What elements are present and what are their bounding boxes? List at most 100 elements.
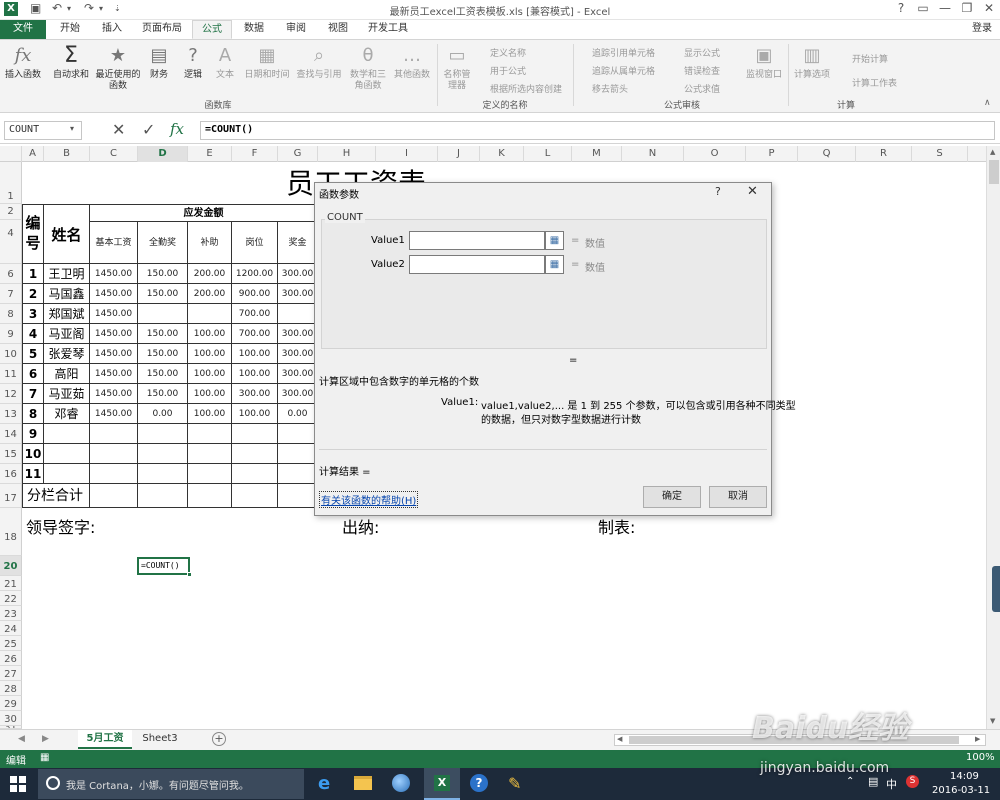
evaluate-formula-button[interactable]: 公式求值 — [684, 82, 720, 95]
amount-cell[interactable]: 100.00 — [188, 324, 232, 344]
row-header[interactable]: 4 — [0, 220, 22, 264]
scroll-thumb[interactable] — [989, 160, 999, 184]
tab-formulas[interactable]: 公式 — [192, 20, 232, 39]
vertical-scrollbar[interactable]: ▲ ▼ — [986, 146, 1000, 729]
col-header[interactable]: B — [44, 146, 90, 162]
amount-cell[interactable] — [138, 304, 188, 324]
amount-cell[interactable]: 150.00 — [138, 264, 188, 284]
row-number-cell[interactable]: 11 — [22, 464, 44, 484]
confirm-entry-icon[interactable]: ✓ — [142, 120, 155, 139]
tab-view[interactable]: 视图 — [318, 20, 358, 39]
row-header[interactable]: 13 — [0, 404, 22, 424]
amount-cell[interactable] — [188, 424, 232, 444]
help-link[interactable]: 有关该函数的帮助(H) — [319, 491, 419, 508]
amount-cell[interactable]: 1450.00 — [90, 404, 138, 424]
insert-function-button[interactable]: fx 插入函数 — [2, 44, 44, 81]
subtotal-cell[interactable] — [188, 484, 232, 508]
tray-network-icon[interactable]: ▤ — [868, 775, 878, 788]
row-header[interactable]: 7 — [0, 284, 22, 304]
col-header[interactable]: P — [746, 146, 798, 162]
row-number-cell[interactable]: 10 — [22, 444, 44, 464]
calc-options-button[interactable]: ▥ 计算选项 — [792, 44, 832, 81]
amount-cell[interactable]: 900.00 — [232, 284, 278, 304]
employee-name-cell[interactable]: 马国鑫 — [44, 284, 90, 304]
amount-cell[interactable]: 150.00 — [138, 284, 188, 304]
cortana-search-box[interactable]: 我是 Cortana，小娜。有问题尽管问我。 — [38, 769, 304, 799]
subtotal-cell[interactable] — [90, 484, 138, 508]
formula-input[interactable]: =COUNT() — [200, 121, 995, 140]
row-header[interactable]: 26 — [0, 651, 22, 666]
row-header[interactable]: 6 — [0, 264, 22, 284]
restore-icon[interactable]: ❐ — [956, 1, 978, 15]
row-header[interactable]: 9 — [0, 324, 22, 344]
row-header[interactable]: 28 — [0, 681, 22, 696]
name-box-dropdown-icon[interactable]: ▾ — [70, 124, 74, 133]
amount-cell[interactable]: 150.00 — [138, 344, 188, 364]
cancel-entry-icon[interactable]: ✕ — [112, 120, 125, 139]
amount-cell[interactable]: 1450.00 — [90, 384, 138, 404]
tab-file[interactable]: 文件 — [0, 20, 46, 39]
sheet-prev-icon[interactable]: ◀ — [18, 734, 25, 744]
remove-arrows-button[interactable]: 移去箭头 — [592, 82, 628, 95]
col-header[interactable]: Q — [798, 146, 856, 162]
clock-date[interactable]: 2016-03-11 — [932, 785, 990, 796]
hscroll-left-icon[interactable]: ◀ — [617, 735, 622, 743]
amount-cell[interactable]: 1450.00 — [90, 284, 138, 304]
amount-cell[interactable] — [278, 424, 318, 444]
file-explorer-icon[interactable] — [354, 776, 372, 790]
text-functions-button[interactable]: A 文本 — [210, 44, 240, 81]
amount-cell[interactable]: 100.00 — [188, 364, 232, 384]
more-functions-button[interactable]: … 其他函数 — [390, 44, 434, 81]
employee-name-cell[interactable] — [44, 464, 90, 484]
amount-cell[interactable]: 100.00 — [232, 404, 278, 424]
paint-app-icon[interactable]: ✎ — [508, 774, 521, 793]
help-icon[interactable]: ? — [890, 1, 912, 15]
col-header[interactable]: K — [480, 146, 524, 162]
amount-cell[interactable]: 100.00 — [188, 404, 232, 424]
row-header[interactable]: 30 — [0, 711, 22, 726]
math-trig-button[interactable]: θ 数学和三角函数 — [348, 44, 388, 92]
col-header[interactable]: O — [684, 146, 746, 162]
amount-cell[interactable] — [278, 304, 318, 324]
amount-cell[interactable] — [188, 444, 232, 464]
login-link[interactable]: 登录 — [966, 20, 998, 39]
amount-cell[interactable]: 300.00 — [232, 384, 278, 404]
logical-button[interactable]: ? 逻辑 — [178, 44, 208, 81]
recent-functions-button[interactable]: ★ 最近使用的函数 — [94, 44, 142, 92]
value2-input[interactable] — [409, 255, 545, 274]
side-panel-handle[interactable] — [992, 566, 1000, 612]
col-header[interactable]: R — [856, 146, 912, 162]
amount-cell[interactable]: 100.00 — [188, 344, 232, 364]
row-header[interactable]: 20 — [0, 556, 22, 576]
calculate-sheet-button[interactable]: 计算工作表 — [852, 76, 897, 89]
amount-cell[interactable]: 100.00 — [232, 344, 278, 364]
employee-name-cell[interactable]: 马亚阁 — [44, 324, 90, 344]
amount-cell[interactable]: 200.00 — [188, 284, 232, 304]
value1-collapse-icon[interactable]: ▦ — [545, 231, 564, 250]
row-number-cell[interactable]: 2 — [22, 284, 44, 304]
amount-cell[interactable]: 0.00 — [278, 404, 318, 424]
sheet-tab[interactable]: Sheet3 — [136, 730, 184, 749]
sheet-tab-active[interactable]: 5月工资 — [78, 730, 132, 749]
date-time-button[interactable]: ▦ 日期和时间 — [242, 44, 292, 81]
help-app-icon[interactable]: ? — [470, 774, 488, 792]
tab-data[interactable]: 数据 — [234, 20, 274, 39]
amount-cell[interactable]: 100.00 — [188, 384, 232, 404]
clock-time[interactable]: 14:09 — [950, 771, 979, 782]
row-number-cell[interactable]: 3 — [22, 304, 44, 324]
row-header[interactable]: 29 — [0, 696, 22, 711]
row-header[interactable]: 17 — [0, 484, 22, 508]
sheet-next-icon[interactable]: ▶ — [42, 734, 49, 744]
collapse-ribbon-icon[interactable]: ∧ — [984, 98, 991, 108]
col-header[interactable]: A — [22, 146, 44, 162]
scroll-up-icon[interactable]: ▲ — [990, 148, 995, 156]
employee-name-cell[interactable]: 邓睿 — [44, 404, 90, 424]
amount-cell[interactable]: 300.00 — [278, 284, 318, 304]
amount-cell[interactable]: 0.00 — [138, 404, 188, 424]
row-header[interactable]: 25 — [0, 636, 22, 651]
employee-name-cell[interactable] — [44, 444, 90, 464]
value1-input[interactable] — [409, 231, 545, 250]
amount-cell[interactable]: 1200.00 — [232, 264, 278, 284]
close-icon[interactable]: ✕ — [978, 1, 1000, 15]
col-header[interactable]: M — [572, 146, 622, 162]
